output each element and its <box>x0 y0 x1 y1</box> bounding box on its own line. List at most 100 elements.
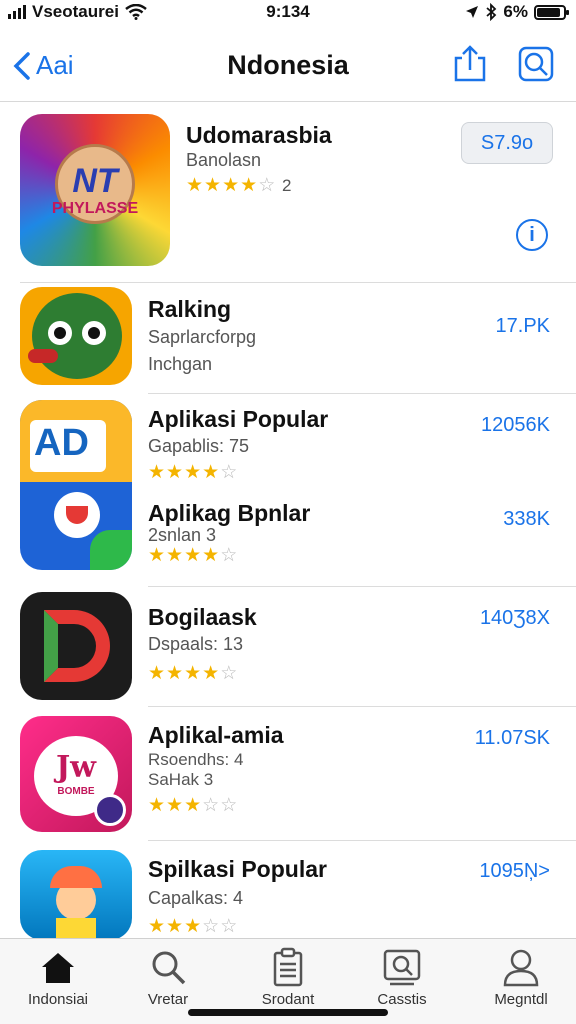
star-icon: ★ <box>202 462 221 483</box>
home-icon <box>42 953 74 983</box>
app-icon-jw: Jw BOMBE <box>20 716 132 832</box>
app-subtitle: Banolasn <box>186 150 262 170</box>
star-icon: ★ <box>184 663 203 684</box>
divider <box>148 393 576 394</box>
star-icon: ★ <box>148 462 167 483</box>
rating-count: 2 <box>282 176 292 195</box>
app-name: Aplikag Bpnlar <box>148 500 311 526</box>
star-icon: ★ <box>166 916 185 937</box>
tab-home[interactable]: Indonsiai <box>3 947 113 1008</box>
app-icon-green-creature <box>20 287 132 385</box>
star-icon: ★ <box>148 795 167 816</box>
tab-label: Megntdl <box>494 991 548 1008</box>
price-button[interactable]: 338K <box>503 508 550 531</box>
divider <box>20 282 576 283</box>
status-right: 6% <box>465 2 569 22</box>
rating-stars: ★★★★☆ <box>148 662 238 685</box>
star-icon: ★ <box>148 545 167 566</box>
star-icon: ★ <box>184 462 203 483</box>
battery-fill <box>537 7 561 17</box>
rating-stars: ★★★★☆ <box>186 174 276 197</box>
app-subtitle: Capalkas: 4 <box>148 888 244 908</box>
divider <box>148 586 576 587</box>
icon-text-phylasse: PHYLASSE <box>51 200 139 217</box>
search-screen-icon <box>383 949 421 986</box>
star-icon: ★ <box>202 663 221 684</box>
search-icon <box>152 951 186 985</box>
price-button[interactable]: S7.9o <box>461 122 553 164</box>
search-box-icon[interactable] <box>516 44 556 84</box>
price-button[interactable]: 11.07SK <box>475 727 550 750</box>
star-icon: ★ <box>166 545 185 566</box>
app-icon-cartoon <box>20 850 132 940</box>
icon-text-jw: Jw <box>55 750 97 785</box>
divider <box>148 840 576 841</box>
star-icon: ★ <box>202 545 221 566</box>
star-icon: ★ <box>166 663 185 684</box>
rating-stars: ★★★☆☆ <box>148 794 238 817</box>
star-icon: ★ <box>148 663 167 684</box>
app-icon-nt-phylasse: NT PHYLASSE <box>20 114 170 266</box>
star-icon: ★ <box>184 795 203 816</box>
tab-label: Srodant <box>261 991 315 1008</box>
star-icon: ★ <box>184 545 203 566</box>
share-icon[interactable] <box>450 44 490 84</box>
icon-text-nt: NT <box>72 162 118 200</box>
chevron-left-icon <box>13 51 30 80</box>
app-name: Spilkasi Popular <box>148 856 327 882</box>
star-icon: ★ <box>148 916 167 937</box>
app-subtitle: Rsoendhs: 4 <box>148 750 244 769</box>
price-button[interactable]: 1095Ņ> <box>479 860 550 883</box>
tab-search[interactable]: Vretar <box>113 947 223 1008</box>
app-name: Udomarasbia <box>186 122 332 148</box>
icon-text-ad: AD <box>34 422 89 464</box>
star-icon: ☆ <box>202 916 221 937</box>
star-icon: ☆ <box>258 175 277 196</box>
battery-icon <box>534 4 569 20</box>
back-button[interactable]: Aai <box>12 50 74 81</box>
app-name: Bogilaask <box>148 604 257 630</box>
home-indicator[interactable] <box>188 1009 388 1016</box>
divider <box>148 706 576 707</box>
nav-bar: Aai Ndonesia <box>0 30 576 102</box>
person-icon <box>503 949 539 987</box>
tab-label: Indonsiai <box>27 991 89 1008</box>
app-subtitle-2: SaHak 3 <box>148 770 214 789</box>
rating-stars: ★★★★☆ <box>148 461 238 484</box>
star-icon: ☆ <box>220 663 239 684</box>
price-button[interactable]: 140Ʒ8X <box>480 607 550 630</box>
star-icon: ☆ <box>220 545 239 566</box>
star-icon: ★ <box>204 175 223 196</box>
star-icon: ★ <box>186 175 205 196</box>
rating-stars: ★★★★☆ <box>148 544 238 567</box>
star-icon: ☆ <box>220 795 239 816</box>
rating-stars: ★★★☆☆ <box>148 915 238 938</box>
star-icon: ★ <box>240 175 259 196</box>
star-icon: ★ <box>222 175 241 196</box>
app-subtitle: 2snlan 3 <box>148 525 217 545</box>
bluetooth-icon <box>486 3 497 21</box>
star-icon: ★ <box>166 462 185 483</box>
app-icon-ad: AD <box>20 400 132 570</box>
star-icon: ★ <box>184 916 203 937</box>
clipboard-icon <box>273 947 303 987</box>
app-subtitle: Gapablis: 75 <box>148 436 250 456</box>
app-subtitle: Saprlarcforpg <box>148 327 257 347</box>
status-bar: Vseotaurei 9:134 6% <box>0 0 576 24</box>
star-icon: ★ <box>166 795 185 816</box>
app-name: Ralking <box>148 296 232 322</box>
back-label: Aai <box>36 50 74 80</box>
battery-percent: 6% <box>503 2 528 21</box>
star-icon: ☆ <box>220 462 239 483</box>
tab-profile[interactable]: Megntdl <box>466 947 576 1008</box>
star-icon: ☆ <box>220 916 239 937</box>
tab-screen-search[interactable]: Casstis <box>347 947 457 1008</box>
tab-clipboard[interactable]: Srodant <box>233 947 343 1008</box>
app-subtitle: Dspaals: 13 <box>148 634 244 654</box>
price-button[interactable]: 12056K <box>481 414 550 437</box>
tab-label: Casstis <box>377 991 427 1008</box>
price-button[interactable]: 17.PK <box>496 315 550 338</box>
info-icon[interactable]: i <box>516 219 548 251</box>
star-icon: ☆ <box>202 795 221 816</box>
app-name: Aplikasi Popular <box>148 406 329 432</box>
